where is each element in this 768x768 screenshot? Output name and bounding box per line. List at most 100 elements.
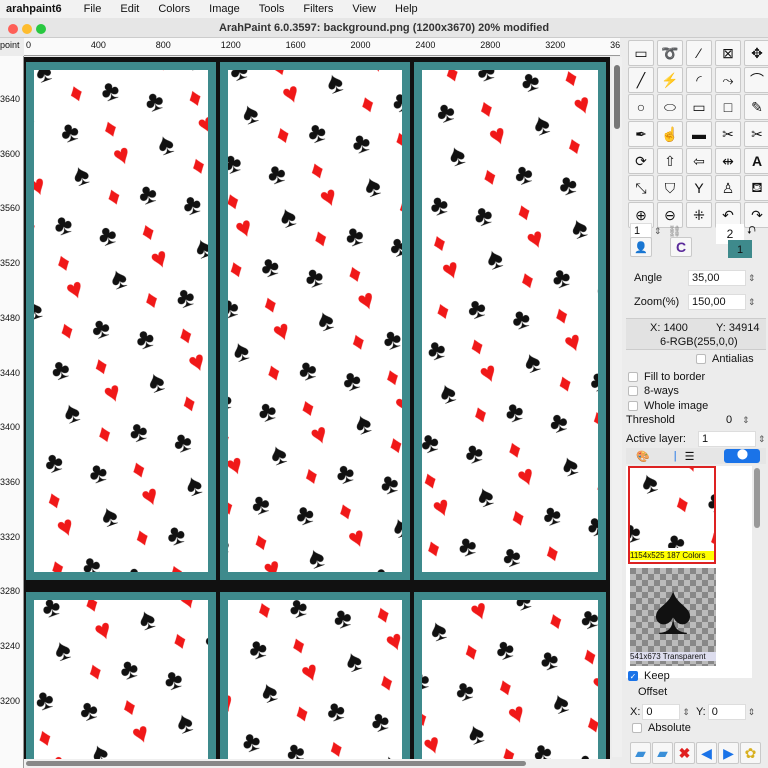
- menu-view[interactable]: View: [352, 3, 376, 15]
- open-images-icon[interactable]: ▰: [652, 742, 673, 764]
- palette-tab-icon[interactable]: 🎨: [636, 450, 650, 463]
- menu-tools[interactable]: Tools: [259, 3, 285, 15]
- ruler-tick-label: 3400: [0, 422, 21, 433]
- ruler-unit: point: [0, 40, 20, 50]
- offset-y-stepper[interactable]: ⇕: [748, 707, 756, 718]
- cut-colors-icon[interactable]: ✂: [715, 121, 741, 147]
- fill-pot-icon[interactable]: ⛾: [744, 175, 768, 201]
- smudge-icon[interactable]: ☝: [657, 121, 683, 147]
- ruler-tick-label: 3480: [0, 312, 21, 323]
- stamp-icon[interactable]: 👤: [630, 237, 652, 257]
- pattern-tile: [422, 600, 598, 759]
- menu-colors[interactable]: Colors: [158, 3, 190, 15]
- bezier-path-icon[interactable]: ⤳: [715, 67, 741, 93]
- magic-wand-icon[interactable]: ⁄: [686, 40, 712, 66]
- ruler-tick-label: 3600: [0, 148, 21, 159]
- lasso-icon[interactable]: ➰: [657, 40, 683, 66]
- flip-vertical-icon[interactable]: ⇧: [657, 148, 683, 174]
- crop-icon[interactable]: ⊠: [715, 40, 741, 66]
- angle-stepper[interactable]: ⇕: [748, 273, 756, 284]
- layer-scrollbar[interactable]: [754, 468, 760, 528]
- previous-icon[interactable]: ◀: [696, 742, 717, 764]
- ruler-tick-label: 2000: [350, 40, 371, 50]
- stamp-tab-icon[interactable]: ⬤: [724, 449, 761, 463]
- flip-horizontal-icon[interactable]: ⇦: [686, 148, 712, 174]
- rectangle-icon[interactable]: ▭: [686, 94, 712, 120]
- fit-icon[interactable]: ⁜: [686, 202, 712, 228]
- threshold-input[interactable]: 0: [726, 414, 732, 426]
- ruler-tick-label: 2400: [415, 40, 436, 50]
- rect-select-icon[interactable]: ▭: [628, 40, 654, 66]
- zoom-input[interactable]: 150,00: [688, 294, 746, 310]
- layer-thumbnail: [630, 468, 714, 548]
- line-width-stepper[interactable]: ⇕: [654, 226, 662, 237]
- tile-icon[interactable]: ✿: [740, 742, 761, 764]
- zoom-stepper[interactable]: ⇕: [748, 297, 756, 308]
- move-icon[interactable]: ✥: [744, 40, 768, 66]
- keep-checkbox[interactable]: ✓: [628, 671, 638, 681]
- eraser-icon[interactable]: ▬: [686, 121, 712, 147]
- pattern-tile: [34, 70, 208, 572]
- eight-ways-checkbox[interactable]: [628, 386, 638, 396]
- layers-tab-icon[interactable]: ☰: [685, 450, 695, 463]
- image-canvas[interactable]: ♠ ♥ ♦ ♣ ♣ ♦: [24, 57, 610, 759]
- absolute-checkbox[interactable]: [632, 723, 642, 733]
- divider: |: [673, 450, 677, 462]
- offset-x-stepper[interactable]: ⇕: [682, 707, 690, 718]
- square-icon[interactable]: □: [715, 94, 741, 120]
- ruler-tick-label: 0: [26, 40, 32, 50]
- active-layer-input[interactable]: 1: [698, 431, 756, 447]
- delete-icon[interactable]: ✖: [674, 742, 695, 764]
- pencil-icon[interactable]: ✎: [744, 94, 768, 120]
- menu-image[interactable]: Image: [209, 3, 240, 15]
- path-nodes-icon[interactable]: ⌒: [744, 67, 768, 93]
- offset-y-input[interactable]: 0: [707, 704, 746, 720]
- primary-color[interactable]: 1: [728, 240, 752, 258]
- ellipse-icon[interactable]: ⬭: [657, 94, 683, 120]
- eyedropper-icon[interactable]: ✒: [628, 121, 654, 147]
- rotate-c-icon[interactable]: C: [670, 237, 692, 257]
- menu-file[interactable]: File: [84, 3, 102, 15]
- layer-item[interactable]: 1154x525 187 Colors: [628, 466, 716, 564]
- swap-colors-icon[interactable]: ⮏: [747, 222, 756, 241]
- compress-icon[interactable]: ⇹: [715, 148, 741, 174]
- chain-link-icon[interactable]: ⛓: [668, 225, 682, 238]
- ellipse-circle-icon[interactable]: ○: [628, 94, 654, 120]
- line-icon[interactable]: ╱: [628, 67, 654, 93]
- next-icon[interactable]: ▶: [718, 742, 739, 764]
- menu-help[interactable]: Help: [395, 3, 418, 15]
- whole-image-checkbox[interactable]: [628, 401, 638, 411]
- close-window-button[interactable]: [8, 24, 18, 34]
- zoom-window-button[interactable]: [36, 24, 46, 34]
- ruler-tick-label: 3200: [0, 695, 21, 706]
- threshold-stepper[interactable]: ⇕: [742, 415, 750, 426]
- ruler-tick-label: 3360: [0, 476, 21, 487]
- layer-item[interactable]: ♠ 541x673 Transparent: [630, 568, 716, 666]
- angle-input[interactable]: 35,00: [688, 270, 746, 286]
- app-menu[interactable]: arahpaint6: [6, 3, 62, 15]
- y-tool-icon[interactable]: Y: [686, 175, 712, 201]
- text-icon[interactable]: A: [744, 148, 768, 174]
- resize-icon[interactable]: ⤡: [628, 175, 654, 201]
- minimize-window-button[interactable]: [22, 24, 32, 34]
- curve-icon[interactable]: ◜: [686, 67, 712, 93]
- fill-to-border-checkbox[interactable]: [628, 372, 638, 382]
- active-layer-stepper[interactable]: ⇕: [758, 434, 766, 445]
- menu-filters[interactable]: Filters: [303, 3, 333, 15]
- rotate-icon[interactable]: ⟳: [628, 148, 654, 174]
- stamp-icon[interactable]: ♙: [715, 175, 741, 201]
- offset-x-input[interactable]: 0: [642, 704, 681, 720]
- separate-icon[interactable]: ✂: [744, 121, 768, 147]
- horizontal-scrollbar[interactable]: [24, 759, 610, 768]
- ruler-tick-label: 3200: [545, 40, 566, 50]
- keep-label: Keep: [644, 670, 670, 682]
- polyline-icon[interactable]: ⚡: [657, 67, 683, 93]
- menu-edit[interactable]: Edit: [120, 3, 139, 15]
- vertical-scrollbar[interactable]: [612, 57, 622, 757]
- open-folder-icon[interactable]: ▰: [630, 742, 651, 764]
- cursor-info: X: 1400 Y: 34914 6-RGB(255,0,0): [626, 318, 766, 350]
- ruler-tick-label: 1600: [285, 40, 306, 50]
- horizontal-ruler: 0 400 800 1200 1600 2000 2400 2800 3200 3600: [24, 38, 620, 56]
- antialias-checkbox[interactable]: [696, 354, 706, 364]
- bucket-icon[interactable]: ⛉: [657, 175, 683, 201]
